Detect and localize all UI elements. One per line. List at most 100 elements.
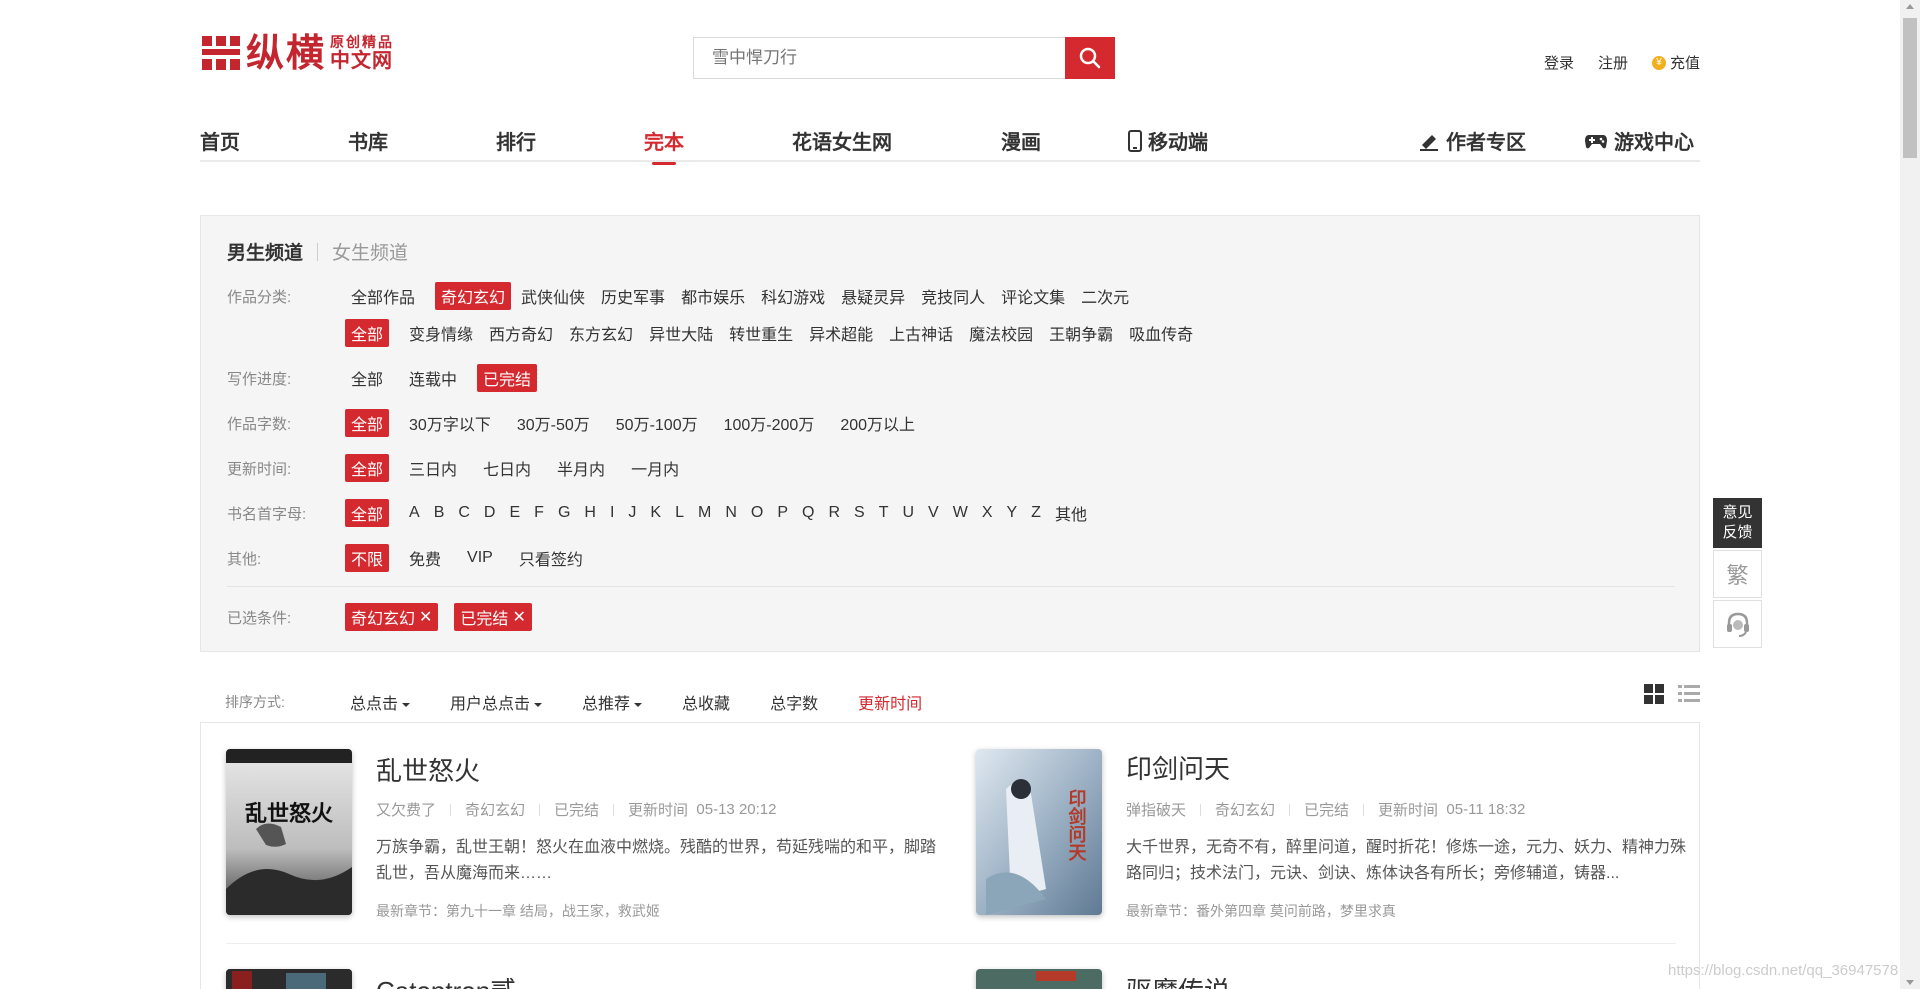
initials-option[interactable]: N <box>719 502 743 524</box>
initials-option[interactable]: 其他 <box>1049 499 1093 527</box>
nav-library[interactable]: 书库 <box>348 126 388 155</box>
initials-option[interactable]: R <box>822 502 846 524</box>
subcategories-option[interactable]: 东方玄幻 <box>563 319 639 347</box>
scroll-down-icon[interactable] <box>1906 980 1914 985</box>
update-option[interactable]: 三日内 <box>403 454 463 482</box>
initials-option[interactable]: J <box>622 502 642 524</box>
categories-option[interactable]: 武侠仙侠 <box>515 282 591 310</box>
selected-chip[interactable]: 已完结 ✕ <box>454 603 532 631</box>
subcategories-option[interactable]: 王朝争霸 <box>1043 319 1119 347</box>
book-cover[interactable] <box>976 969 1102 989</box>
initials-option[interactable]: W <box>947 502 974 524</box>
book-title[interactable]: 乱世怒火 <box>376 751 480 788</box>
nav-game-center[interactable]: 游戏中心 <box>1584 126 1694 155</box>
book-title[interactable]: Catoptron贰 <box>376 971 516 989</box>
sort-total-favorites[interactable]: 总收藏 <box>682 690 730 714</box>
login-link[interactable]: 登录 <box>1544 52 1574 73</box>
traditional-chinese-button[interactable]: 繁 <box>1713 550 1762 598</box>
initials-option[interactable]: L <box>669 502 690 524</box>
book-card[interactable]: 乱世怒火 乱世怒火 又欠费了 奇幻玄幻 已完结 更新时间 05-13 20:12… <box>226 749 946 919</box>
words-option[interactable]: 全部 <box>345 409 390 437</box>
update-option[interactable]: 全部 <box>345 454 390 482</box>
categories-option[interactable]: 都市娱乐 <box>675 282 751 310</box>
scroll-up-icon[interactable] <box>1906 4 1914 9</box>
other-option[interactable]: 不限 <box>345 544 390 572</box>
progress-option[interactable]: 连载中 <box>403 364 463 392</box>
update-option[interactable]: 半月内 <box>551 454 611 482</box>
close-icon[interactable]: ✕ <box>419 607 432 627</box>
progress-option[interactable]: 全部 <box>345 364 389 392</box>
book-card[interactable]: Catoptron贰 <box>226 969 946 989</box>
recharge-link[interactable]: ¥ 充值 <box>1651 52 1700 73</box>
words-option[interactable]: 200万以上 <box>834 409 921 437</box>
update-option[interactable]: 一月内 <box>625 454 685 482</box>
initials-option[interactable]: V <box>922 502 945 524</box>
nav-ranking[interactable]: 排行 <box>496 126 536 155</box>
initials-option[interactable]: A <box>403 502 426 524</box>
tab-male-channel[interactable]: 男生频道 <box>227 238 303 265</box>
book-latest-chapter[interactable]: 最新章节：番外第四章 莫问前路，梦里求真 <box>1126 901 1396 921</box>
categories-option[interactable]: 悬疑灵异 <box>835 282 911 310</box>
initials-option[interactable]: G <box>552 502 576 524</box>
words-option[interactable]: 50万-100万 <box>610 409 704 437</box>
sort-total-recommend[interactable]: 总推荐 <box>582 690 643 714</box>
initials-option[interactable]: X <box>976 502 999 524</box>
initials-option[interactable]: Y <box>1000 502 1023 524</box>
nav-comics[interactable]: 漫画 <box>1001 126 1041 155</box>
subcategories-option[interactable]: 上古神话 <box>883 319 959 347</box>
categories-option[interactable]: 评论文集 <box>995 282 1071 310</box>
initials-option[interactable]: D <box>478 502 502 524</box>
scroll-thumb[interactable] <box>1903 18 1917 158</box>
subcategories-option[interactable]: 转世重生 <box>723 319 799 347</box>
words-option[interactable]: 30万字以下 <box>403 409 497 437</box>
initials-option[interactable]: P <box>771 502 794 524</box>
initials-option[interactable]: Z <box>1025 502 1047 524</box>
subcategories-option[interactable]: 魔法校园 <box>963 319 1039 347</box>
selected-chip[interactable]: 奇幻玄幻 ✕ <box>345 603 439 631</box>
close-icon[interactable]: ✕ <box>512 607 525 627</box>
progress-option[interactable]: 已完结 <box>477 364 538 392</box>
book-author[interactable]: 又欠费了 <box>376 799 436 820</box>
nav-completed[interactable]: 完本 <box>644 126 684 165</box>
subcategories-option[interactable]: 异术超能 <box>803 319 879 347</box>
other-option[interactable]: 只看签约 <box>513 544 589 572</box>
book-category[interactable]: 奇幻玄幻 <box>1215 799 1275 820</box>
words-option[interactable]: 30万-50万 <box>511 409 596 437</box>
scrollbar[interactable] <box>1900 0 1920 989</box>
initials-option[interactable]: S <box>848 502 871 524</box>
initials-option[interactable]: T <box>873 502 895 524</box>
feedback-button[interactable]: 意见反馈 <box>1713 498 1762 548</box>
book-card[interactable]: 印剑问天 印剑问天 弹指破天 奇幻玄幻 已完结 更新时间 05-11 18:32… <box>976 749 1696 919</box>
book-author[interactable]: 弹指破天 <box>1126 799 1186 820</box>
list-view-icon[interactable] <box>1678 684 1700 704</box>
search-button[interactable] <box>1065 37 1115 79</box>
subcategories-option[interactable]: 全部 <box>345 319 390 347</box>
initials-option[interactable]: O <box>745 502 769 524</box>
customer-service-button[interactable] <box>1713 600 1762 648</box>
initials-option[interactable]: 全部 <box>345 499 390 527</box>
site-logo[interactable]: 纵横 原创精品 中文网 <box>200 32 394 74</box>
initials-option[interactable]: Q <box>796 502 820 524</box>
sort-total-clicks[interactable]: 总点击 <box>350 690 411 714</box>
other-option[interactable]: VIP <box>461 547 499 569</box>
book-latest-chapter[interactable]: 最新章节：第九十一章 结局，战王家，救武姬 <box>376 901 660 921</box>
sort-total-words[interactable]: 总字数 <box>770 690 818 714</box>
book-cover[interactable]: 乱世怒火 <box>226 749 352 915</box>
book-card[interactable]: 驱魔传说 <box>976 969 1696 989</box>
book-category[interactable]: 奇幻玄幻 <box>465 799 525 820</box>
categories-option[interactable]: 科幻游戏 <box>755 282 831 310</box>
book-title[interactable]: 驱魔传说 <box>1126 971 1230 989</box>
initials-option[interactable]: F <box>528 502 550 524</box>
categories-option[interactable]: 二次元 <box>1075 282 1135 310</box>
categories-option[interactable]: 竞技同人 <box>915 282 991 310</box>
subcategories-option[interactable]: 变身情缘 <box>403 319 479 347</box>
search-input[interactable] <box>693 37 1065 79</box>
categories-option[interactable]: 历史军事 <box>595 282 671 310</box>
register-link[interactable]: 注册 <box>1598 52 1628 73</box>
nav-author-zone[interactable]: 作者专区 <box>1418 126 1526 155</box>
initials-option[interactable]: H <box>578 502 602 524</box>
nav-mobile[interactable]: 移动端 <box>1128 126 1208 155</box>
other-option[interactable]: 免费 <box>403 544 447 572</box>
initials-option[interactable]: I <box>604 502 620 524</box>
update-option[interactable]: 七日内 <box>477 454 537 482</box>
